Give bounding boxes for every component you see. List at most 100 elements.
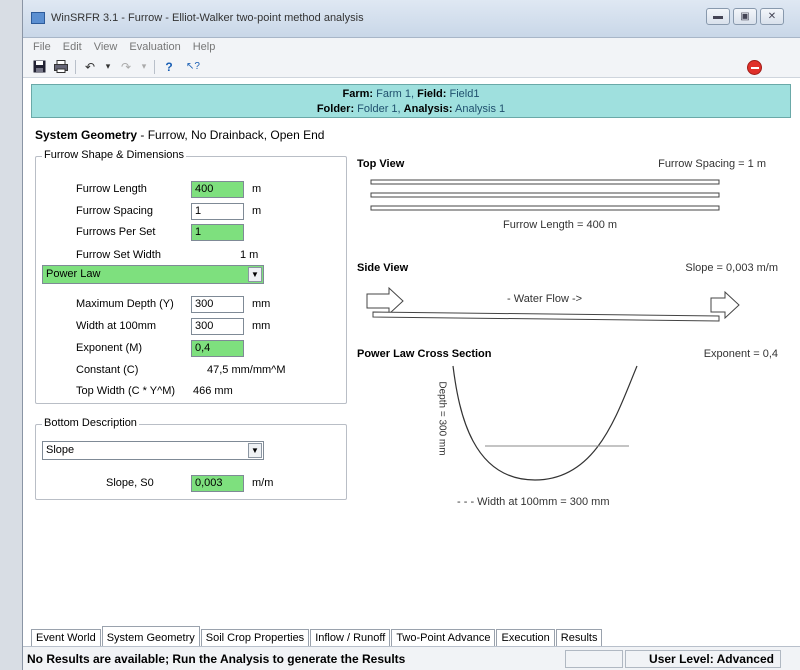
furrow-spacing-input[interactable]: 1 [191,203,244,220]
exponent-input[interactable]: 0,4 [191,340,244,357]
bottom-select[interactable]: Slope ▼ [42,441,264,460]
furrow-length-input[interactable]: 400 [191,181,244,198]
undo-icon[interactable]: ↶ [82,59,98,75]
toolbar-separator [75,59,76,74]
furrow-spacing-note: Furrow Spacing = 1 m [658,158,766,170]
minimize-button[interactable]: ▬ [706,8,730,25]
furrow-length-label: Furrow Length [76,183,147,195]
menu-help[interactable]: Help [193,41,216,53]
tab-inflow-runoff[interactable]: Inflow / Runoff [310,629,391,646]
analysis-label: Analysis: [403,103,453,115]
window-controls: ▬ ▣ ✕ [706,8,784,25]
bottom-select-value: Slope [46,444,75,456]
undo-dropdown-icon[interactable]: ▾ [104,59,112,75]
chevron-down-icon[interactable]: ▼ [248,267,262,282]
redo-dropdown-icon[interactable]: ▾ [140,59,148,75]
side-view-title: Side View [357,262,409,274]
furrow-shape-group: Furrow Shape & Dimensions Furrow Length … [35,149,347,404]
section-title: System Geometry [35,128,138,142]
menu-evaluation[interactable]: Evaluation [129,41,180,53]
redo-icon[interactable]: ↷ [118,59,134,75]
toolbar: ↶ ▾ ↷ ▾ ? ↖? [23,56,800,78]
print-icon[interactable] [53,59,69,75]
slope-unit: m/m [252,477,274,489]
cross-section-title: Power Law Cross Section [357,348,492,360]
tab-soil-crop-properties[interactable]: Soil Crop Properties [200,629,310,646]
flow-left-arrow-icon [366,286,404,316]
width-100-label: Width at 100mm [76,320,157,332]
stop-icon[interactable] [747,60,762,75]
slope-label: Slope, S0 [106,477,154,489]
menu-view[interactable]: View [94,41,118,53]
folder-value: Folder 1, [357,103,401,115]
status-bar: No Results are available; Run the Analys… [23,646,800,670]
group-legend: Furrow Shape & Dimensions [42,149,187,161]
context-help-icon[interactable]: ↖? [183,59,203,75]
user-level: User Level: Advanced [649,652,774,666]
farm-label: Farm: [342,88,374,100]
tab-system-geometry[interactable]: System Geometry [101,626,200,646]
depth-note: Depth = 300 mm [436,381,448,456]
bottom-description-group: Bottom Description Slope ▼ Slope, S0 0,0… [35,417,347,500]
shape-select[interactable]: Power Law ▼ [42,265,264,284]
max-depth-input[interactable]: 300 [191,296,244,313]
furrow-spacing-label: Furrow Spacing [76,205,154,217]
water-flow-note: - Water Flow -> [507,293,583,305]
app-icon [31,12,45,24]
menu-bar: File Edit View Evaluation Help [23,38,800,56]
app-window: WinSRFR 3.1 - Furrow - Elliot-Walker two… [22,0,800,670]
width-note: - - - Width at 100mm = 300 mm [457,496,610,508]
side-view-diagram [366,286,740,322]
furrow-set-width-label: Furrow Set Width [76,249,161,261]
constant-value: 47,5 mm/mm^M [207,364,286,376]
farm-value: Farm 1, [376,88,415,100]
slope-input[interactable]: 0,003 [191,475,244,492]
top-width-value: 466 mm [193,385,233,397]
chevron-down-icon[interactable]: ▼ [248,443,262,458]
location-header: Farm: Farm 1, Field: Field1 Folder: Fold… [31,84,791,118]
cross-section-diagram [452,365,638,481]
menu-edit[interactable]: Edit [63,41,82,53]
furrow-spacing-unit: m [252,205,262,217]
window-title: WinSRFR 3.1 - Furrow - Elliot-Walker two… [51,12,364,24]
analysis-value: Analysis 1 [455,103,506,115]
toolbar-separator [154,59,155,74]
width-100-unit: mm [252,320,271,332]
top-view-diagram [370,179,720,211]
section-subtitle: - Furrow, No Drainback, Open End [140,128,325,142]
tab-results[interactable]: Results [555,629,603,646]
tab-event-world[interactable]: Event World [31,629,101,646]
flow-right-arrow-icon [710,290,740,320]
furrow-length-unit: m [252,183,262,195]
menu-file[interactable]: File [33,41,51,53]
constant-label: Constant (C) [76,364,139,376]
folder-label: Folder: [316,103,355,115]
slope-note: Slope = 0,003 m/m [685,262,778,274]
top-width-label: Top Width (C * Y^M) [76,385,176,397]
tab-execution[interactable]: Execution [496,629,555,646]
close-button[interactable]: ✕ [760,8,784,25]
maximize-button[interactable]: ▣ [733,8,757,25]
max-depth-unit: mm [252,298,271,310]
exponent-note: Exponent = 0,4 [703,348,778,360]
furrows-per-set-input[interactable]: 1 [191,224,244,241]
max-depth-label: Maximum Depth (Y) [76,298,174,310]
group-legend: Bottom Description [42,417,139,429]
width-100-input[interactable]: 300 [191,318,244,335]
tab-two-point-advance[interactable]: Two-Point Advance [391,629,496,646]
furrows-per-set-label: Furrows Per Set [76,226,156,238]
status-pane [565,650,623,668]
tab-bar: Event World System Geometry Soil Crop Pr… [31,626,603,646]
save-icon[interactable] [31,59,47,75]
help-icon[interactable]: ? [161,59,177,75]
furrow-length-note: Furrow Length = 400 m [503,219,618,231]
furrow-set-width-value: 1 m [240,249,259,261]
status-message: No Results are available; Run the Analys… [27,652,406,666]
title-bar: WinSRFR 3.1 - Furrow - Elliot-Walker two… [23,0,800,38]
field-label: Field: [417,88,447,100]
exponent-label: Exponent (M) [76,342,143,354]
field-value: Field1 [449,88,480,100]
system-geometry-title: System Geometry - Furrow, No Drainback, … [35,128,324,142]
top-view-title: Top View [357,158,405,170]
shape-select-value: Power Law [46,268,101,280]
